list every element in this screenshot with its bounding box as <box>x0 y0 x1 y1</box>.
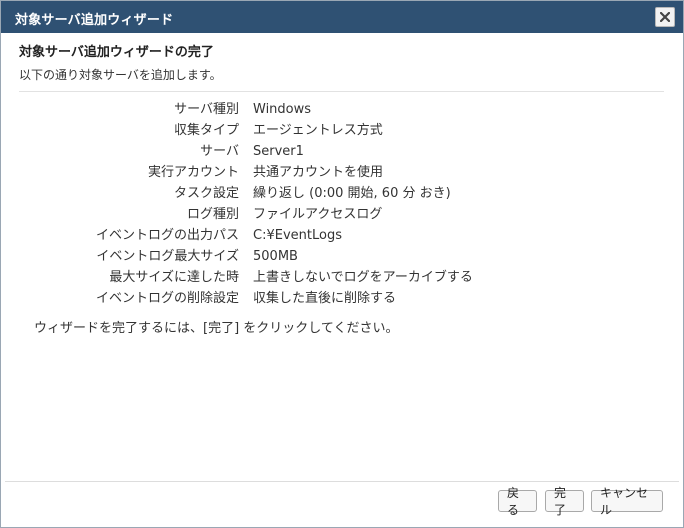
summary-label: 最大サイズに達した時 <box>109 270 239 285</box>
summary-label: サーバ種別 <box>174 102 239 117</box>
finish-instruction: ウィザードを完了するには、[完了] をクリックしてください。 <box>34 321 399 336</box>
summary-label: イベントログの出力パス <box>95 228 239 243</box>
summary-label: 実行アカウント <box>147 165 239 180</box>
summary-value: ファイルアクセスログ <box>253 207 383 222</box>
title-bar[interactable]: 対象サーバ追加ウィザード <box>1 1 683 33</box>
summary-row: イベントログの出力パス C:¥EventLogs <box>1 225 641 246</box>
summary-row: タスク設定 繰り返し (0:00 開始, 60 分 おき) <box>1 183 641 204</box>
summary-value: 共通アカウントを使用 <box>253 165 384 180</box>
summary-label: イベントログ最大サイズ <box>96 249 239 264</box>
summary-label: ログ種別 <box>186 207 239 222</box>
summary-label: タスク設定 <box>173 186 239 201</box>
cancel-button[interactable]: キャンセル <box>591 486 663 517</box>
summary-value: C:¥EventLogs <box>253 228 342 243</box>
summary-label: 収集タイプ <box>173 123 239 138</box>
summary-value: 上書きしないでログをアーカイブする <box>253 270 473 285</box>
summary-row: イベントログの削除設定 収集した直後に削除する <box>1 288 641 309</box>
finish-button[interactable]: 完了 <box>545 486 584 517</box>
summary-label: イベントログの削除設定 <box>95 291 239 306</box>
summary-row: イベントログ最大サイズ 500MB <box>1 246 641 267</box>
page-heading: 対象サーバ追加ウィザードの完了 <box>19 45 214 60</box>
close-button[interactable] <box>655 7 675 27</box>
summary-row: 実行アカウント 共通アカウントを使用 <box>1 162 641 183</box>
summary-value: エージェントレス方式 <box>253 123 383 138</box>
summary-value: 500MB <box>253 249 298 264</box>
divider <box>19 91 664 92</box>
footer-divider <box>5 481 679 482</box>
summary-row: サーバ Server1 <box>1 141 641 162</box>
back-button[interactable]: 戻る <box>498 486 537 517</box>
summary-row: 収集タイプ エージェントレス方式 <box>1 120 641 141</box>
summary-value: Server1 <box>253 144 304 159</box>
summary-row: ログ種別 ファイルアクセスログ <box>1 204 641 225</box>
summary-value: 繰り返し (0:00 開始, 60 分 おき) <box>253 186 451 201</box>
summary-row: 最大サイズに達した時 上書きしないでログをアーカイブする <box>1 267 641 288</box>
page-description: 以下の通り対象サーバを追加します。 <box>19 68 222 82</box>
window-title: 対象サーバ追加ウィザード <box>15 13 174 28</box>
summary-row: サーバ種別 Windows <box>1 99 641 120</box>
summary-value: 収集した直後に削除する <box>253 291 397 306</box>
wizard-dialog: 対象サーバ追加ウィザード 対象サーバ追加ウィザードの完了 以下の通り対象サーバを… <box>0 0 684 528</box>
summary-label: サーバ <box>200 144 239 159</box>
summary-value: Windows <box>253 102 312 117</box>
close-icon <box>660 12 670 22</box>
